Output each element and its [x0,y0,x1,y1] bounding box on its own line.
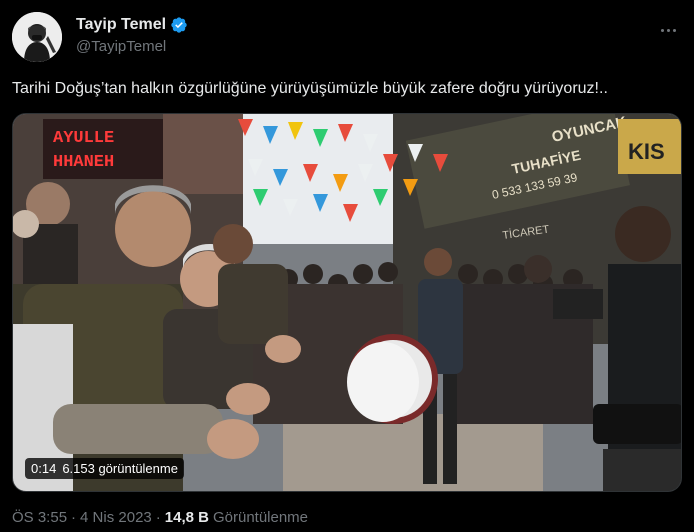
video-info-badge: 0:14 6.153 görüntülenme [25,458,184,479]
video-views: 6.153 görüntülenme [62,461,178,476]
tweet-meta: ÖS 3:55 · 4 Nis 2023 · 14,8 B Görüntülen… [12,509,308,526]
meta-separator-2: · [155,509,161,526]
meta-separator: · [71,509,77,526]
views-count[interactable]: 14,8 B [165,509,209,526]
views-label: Görüntülenme [212,509,309,526]
video-frame: AYULLE HHANEH OYUNCAK TUHAFİYE 0 533 133… [13,114,681,491]
tweet-time[interactable]: ÖS 3:55 [12,509,67,526]
shop-sign-right: KIS [628,139,665,164]
more-options-icon[interactable] [654,20,682,40]
verified-badge-icon [171,17,187,33]
tweet-date[interactable]: 4 Nis 2023 [80,509,152,526]
name-row: Tayip Temel [76,16,188,34]
display-name[interactable]: Tayip Temel [76,16,166,34]
shop-sign-left-1: AYULLE [53,129,114,148]
tweet-text: Tarihi Doğuş’tan halkın özgürlüğüne yürü… [12,80,608,97]
video-duration: 0:14 [31,461,57,476]
video-player[interactable]: AYULLE HHANEH OYUNCAK TUHAFİYE 0 533 133… [12,113,682,492]
avatar[interactable] [12,12,62,62]
tweet-header: Tayip Temel @TayipTemel [12,12,682,64]
shop-sign-left-2: HHANEH [53,153,114,172]
user-handle[interactable]: @TayipTemel [76,38,166,55]
